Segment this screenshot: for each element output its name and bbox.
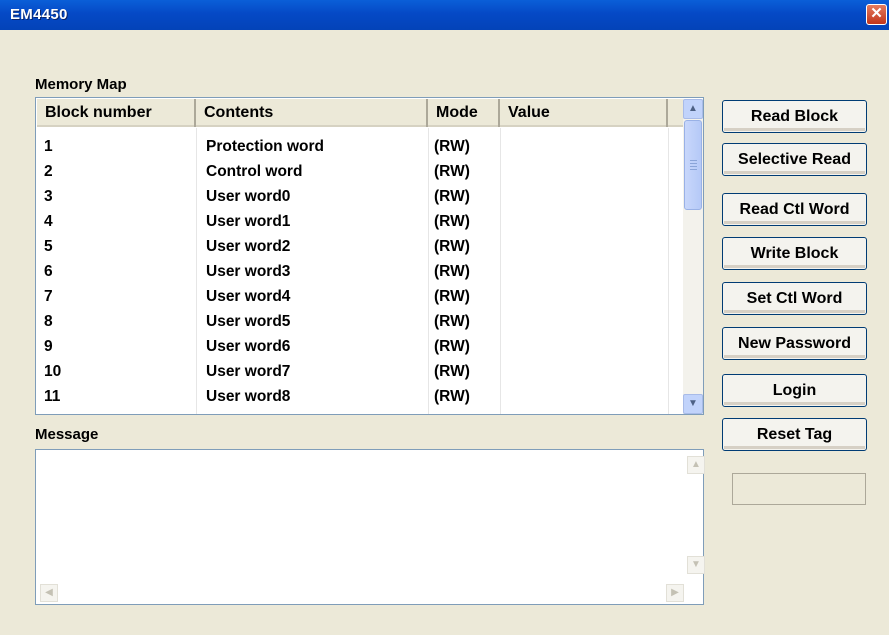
cell-mode: (RW) — [434, 163, 470, 180]
button-edge — [724, 265, 865, 268]
memory-map-list[interactable]: Block number Contents Mode Value 1 Prote… — [35, 97, 704, 415]
cell-mode: (RW) — [434, 338, 470, 355]
cell-contents: User word8 — [206, 388, 291, 405]
button-edge — [724, 310, 865, 313]
scrollbar-thumb[interactable] — [684, 120, 702, 210]
cell-contents: User word3 — [206, 263, 291, 280]
selective-read-button[interactable]: Selective Read — [722, 143, 867, 176]
cell-block-number: 11 — [44, 388, 61, 405]
cell-block-number: 8 — [44, 313, 53, 330]
new-password-button[interactable]: New Password — [722, 327, 867, 360]
table-row[interactable]: 6 User word3 (RW) — [36, 259, 668, 284]
cell-mode: (RW) — [434, 363, 470, 380]
cell-block-number: 2 — [44, 163, 53, 180]
button-edge — [724, 355, 865, 358]
cell-block-number: 9 — [44, 338, 53, 355]
grip-line — [690, 169, 697, 170]
set-ctl-word-label: Set Ctl Word — [746, 290, 843, 307]
set-ctl-word-button[interactable]: Set Ctl Word — [722, 282, 867, 315]
table-row[interactable]: 1 Protection word (RW) — [36, 134, 668, 159]
read-ctl-word-label: Read Ctl Word — [739, 201, 850, 218]
chevron-up-icon[interactable]: ▲ — [683, 99, 703, 119]
cell-mode: (RW) — [434, 263, 470, 280]
message-scroll-down-icon[interactable]: ▼ — [687, 556, 705, 574]
cell-block-number: 5 — [44, 238, 53, 255]
selective-read-label: Selective Read — [738, 151, 851, 168]
read-block-button[interactable]: Read Block — [722, 100, 867, 133]
grip-line — [690, 166, 697, 167]
chevron-down-icon[interactable]: ▼ — [683, 394, 703, 414]
grip-line — [690, 160, 697, 161]
message-textarea[interactable]: ▲ ▼ ◀ ▶ — [35, 449, 705, 605]
cell-block-number: 6 — [44, 263, 53, 280]
column-header-contents[interactable]: Contents — [196, 99, 428, 127]
cell-mode: (RW) — [434, 213, 470, 230]
column-header-filler — [668, 99, 683, 127]
memory-map-label: Memory Map — [35, 76, 127, 93]
cell-mode: (RW) — [434, 238, 470, 255]
cell-mode: (RW) — [434, 313, 470, 330]
cell-mode: (RW) — [434, 288, 470, 305]
status-box — [732, 473, 866, 505]
cell-block-number: 4 — [44, 213, 53, 230]
window-title: EM4450 — [10, 6, 68, 23]
reset-tag-button[interactable]: Reset Tag — [722, 418, 867, 451]
table-row[interactable]: 10 User word7 (RW) — [36, 359, 668, 384]
cell-block-number: 1 — [44, 138, 53, 155]
table-row[interactable]: 5 User word2 (RW) — [36, 234, 668, 259]
table-row[interactable]: 2 Control word (RW) — [36, 159, 668, 184]
table-row[interactable]: 8 User word5 (RW) — [36, 309, 668, 334]
cell-contents: User word7 — [206, 363, 291, 380]
cell-contents: Control word — [206, 163, 303, 180]
cell-contents: User word4 — [206, 288, 291, 305]
grip-line — [690, 163, 697, 164]
close-button[interactable]: ✕ — [866, 4, 887, 25]
new-password-label: New Password — [738, 335, 851, 352]
cell-block-number: 7 — [44, 288, 53, 305]
cell-contents: User word0 — [206, 188, 291, 205]
title-bar: EM4450 ✕ — [0, 0, 889, 30]
memory-map-vertical-scrollbar[interactable]: ▲ ▼ — [683, 99, 703, 414]
cell-mode: (RW) — [434, 188, 470, 205]
column-header-block-number[interactable]: Block number — [37, 99, 196, 127]
table-row[interactable]: 4 User word1 (RW) — [36, 209, 668, 234]
column-header-value[interactable]: Value — [500, 99, 668, 127]
cell-block-number: 10 — [44, 363, 62, 380]
message-scroll-right-icon[interactable]: ▶ — [666, 584, 684, 602]
cell-mode: (RW) — [434, 388, 470, 405]
column-divider — [668, 128, 669, 414]
write-block-label: Write Block — [750, 245, 839, 262]
read-ctl-word-button[interactable]: Read Ctl Word — [722, 193, 867, 226]
cell-mode: (RW) — [434, 138, 470, 155]
cell-contents: User word1 — [206, 213, 291, 230]
login-label: Login — [772, 382, 817, 399]
button-edge — [724, 128, 865, 131]
table-row[interactable]: 3 User word0 (RW) — [36, 184, 668, 209]
button-edge — [724, 402, 865, 405]
close-icon: ✕ — [870, 5, 883, 22]
message-scroll-left-icon[interactable]: ◀ — [40, 584, 58, 602]
column-header-mode[interactable]: Mode — [428, 99, 500, 127]
table-row[interactable]: 9 User word6 (RW) — [36, 334, 668, 359]
reset-tag-label: Reset Tag — [756, 426, 833, 443]
read-block-label: Read Block — [750, 108, 839, 125]
cell-contents: Protection word — [206, 138, 324, 155]
message-scroll-up-icon[interactable]: ▲ — [687, 456, 705, 474]
message-label: Message — [35, 426, 99, 443]
write-block-button[interactable]: Write Block — [722, 237, 867, 270]
button-edge — [724, 221, 865, 224]
table-row[interactable]: 11 User word8 (RW) — [36, 384, 668, 409]
table-row[interactable]: 7 User word4 (RW) — [36, 284, 668, 309]
cell-contents: User word6 — [206, 338, 291, 355]
button-edge — [724, 446, 865, 449]
cell-contents: User word2 — [206, 238, 291, 255]
login-button[interactable]: Login — [722, 374, 867, 407]
button-edge — [724, 171, 865, 174]
cell-block-number: 3 — [44, 188, 53, 205]
cell-contents: User word5 — [206, 313, 291, 330]
